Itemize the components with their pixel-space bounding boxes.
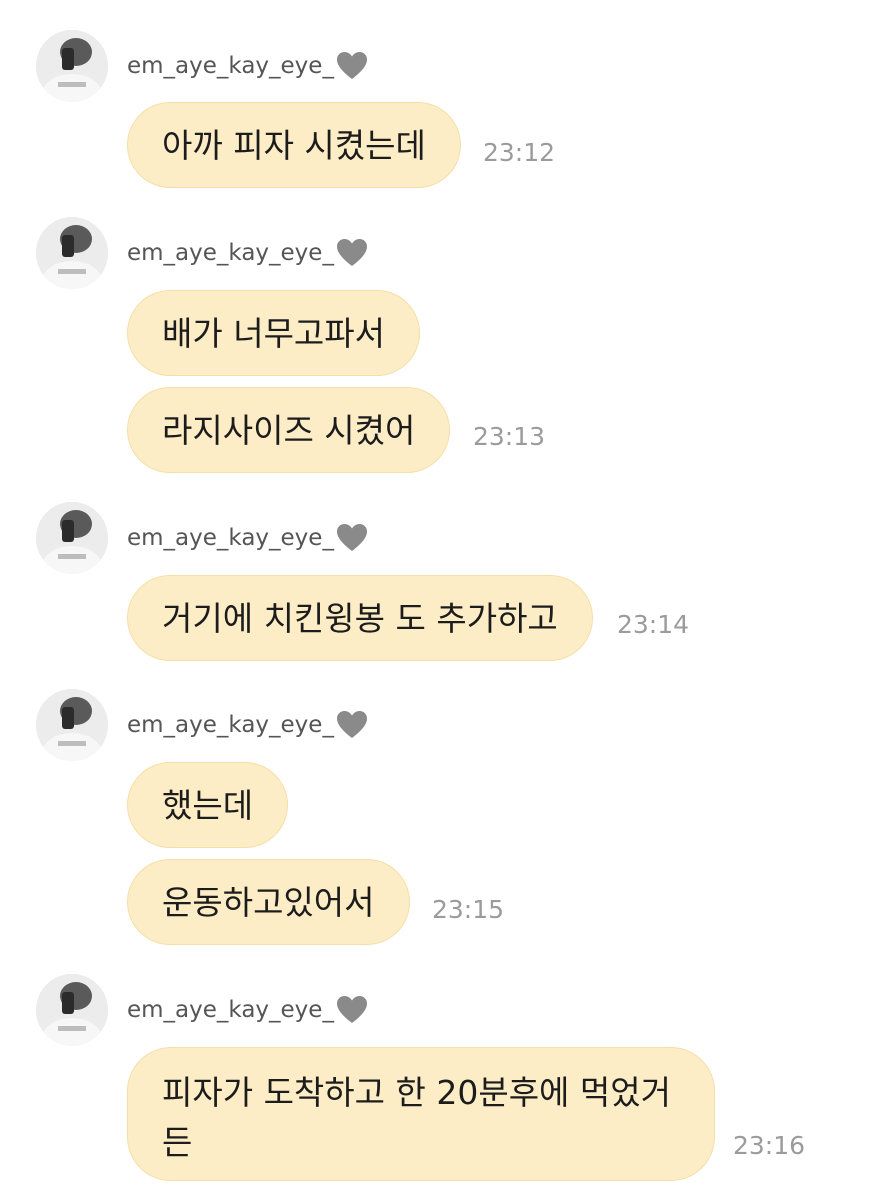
avatar-image: [36, 30, 108, 102]
grey-heart-icon: [336, 996, 367, 1023]
sender-name-text: em_aye_kay_eye_: [127, 997, 334, 1023]
grey-heart-icon: [336, 52, 367, 79]
avatar-image: [36, 689, 108, 761]
message-bubble[interactable]: 피자가 도착하고 한 20분후에 먹었거든: [127, 1047, 715, 1181]
message-bubble[interactable]: 했는데: [127, 762, 289, 848]
sender-name: em_aye_kay_eye_: [127, 46, 368, 86]
avatar-image: [36, 974, 108, 1046]
grey-heart-icon: [336, 524, 367, 551]
avatar[interactable]: [36, 689, 108, 761]
avatar-image: [36, 502, 108, 574]
message-bubble[interactable]: 배가 너무고파서: [127, 290, 421, 376]
message-bubble[interactable]: 아까 피자 시켰는데: [127, 102, 461, 188]
grey-heart-icon: [336, 239, 367, 266]
sender-name-text: em_aye_kay_eye_: [127, 525, 334, 551]
timestamp: 23:15: [432, 895, 505, 924]
sender-name: em_aye_kay_eye_: [127, 233, 368, 273]
timestamp: 23:13: [473, 422, 546, 451]
sender-name-text: em_aye_kay_eye_: [127, 712, 334, 738]
message-bubble[interactable]: 운동하고있어서: [127, 859, 410, 945]
message-bubble[interactable]: 라지사이즈 시켰어: [127, 387, 451, 473]
avatar[interactable]: [36, 217, 108, 289]
timestamp: 23:16: [733, 1131, 806, 1160]
timestamp: 23:14: [617, 610, 690, 639]
sender-name-text: em_aye_kay_eye_: [127, 53, 334, 79]
timestamp: 23:12: [483, 138, 556, 167]
avatar[interactable]: [36, 502, 108, 574]
sender-name: em_aye_kay_eye_: [127, 518, 368, 558]
message-bubble[interactable]: 거기에 치킨윙봉 도 추가하고: [127, 575, 593, 661]
sender-name: em_aye_kay_eye_: [127, 990, 368, 1030]
avatar[interactable]: [36, 974, 108, 1046]
sender-name-text: em_aye_kay_eye_: [127, 240, 334, 266]
avatar-image: [36, 217, 108, 289]
sender-name: em_aye_kay_eye_: [127, 705, 368, 745]
avatar[interactable]: [36, 30, 108, 102]
grey-heart-icon: [336, 711, 367, 738]
